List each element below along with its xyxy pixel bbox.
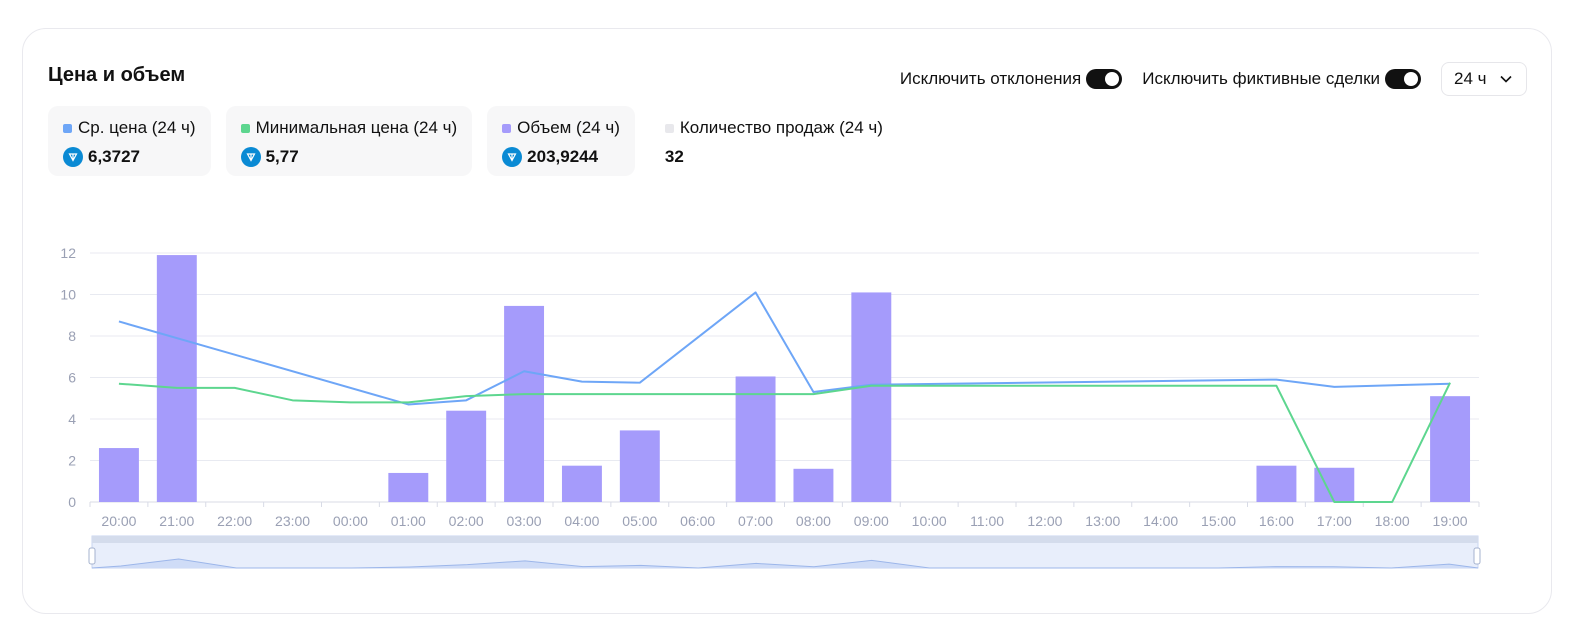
volume-bar [446, 410, 487, 502]
y-tick-label: 0 [68, 494, 76, 510]
volume-bar [504, 305, 545, 502]
volume-bar [1256, 465, 1297, 502]
volume-bar [735, 376, 776, 502]
volume-bar [388, 472, 429, 502]
zoom-handle-left[interactable] [88, 547, 96, 565]
x-tick-label: 18:00 [1375, 513, 1410, 529]
x-tick-label: 03:00 [507, 513, 542, 529]
zoom-handle-right[interactable] [1473, 547, 1481, 565]
x-tick-label: 10:00 [912, 513, 947, 529]
x-tick-label: 17:00 [1317, 513, 1352, 529]
x-tick-label: 06:00 [680, 513, 715, 529]
x-tick-label: 07:00 [738, 513, 773, 529]
x-tick-label: 15:00 [1201, 513, 1236, 529]
min-price-line [118, 382, 1451, 503]
x-tick-label: 16:00 [1259, 513, 1294, 529]
y-tick-label: 6 [68, 370, 76, 386]
x-tick-label: 19:00 [1433, 513, 1468, 529]
volume-bar [619, 430, 660, 502]
volume-bar [793, 468, 834, 502]
price-volume-chart: 0 2 4 6 8 10 12 20:00 21:00 22:00 23:00 00:00 01:00 0… [60, 245, 1481, 569]
x-tick-label: 00:00 [333, 513, 368, 529]
x-tick-label: 13:00 [1085, 513, 1120, 529]
x-tick-label: 11:00 [970, 513, 1004, 529]
volume-bar [156, 255, 197, 502]
x-tick-label: 20:00 [101, 513, 136, 529]
y-tick-label: 10 [60, 287, 76, 303]
x-tick-label: 23:00 [275, 513, 310, 529]
x-tick-label: 04:00 [564, 513, 599, 529]
y-tick-label: 4 [68, 411, 76, 427]
x-tick-label: 22:00 [217, 513, 252, 529]
avg-price-line [118, 291, 1451, 406]
x-tick-label: 09:00 [854, 513, 889, 529]
y-tick-label: 12 [60, 245, 76, 261]
x-tick-label: 21:00 [159, 513, 194, 529]
x-tick-label: 14:00 [1143, 513, 1178, 529]
x-tick-label: 01:00 [391, 513, 426, 529]
x-tick-label: 05:00 [622, 513, 657, 529]
y-tick-label: 2 [68, 453, 76, 469]
x-tick-label: 12:00 [1027, 513, 1062, 529]
x-tick-label: 02:00 [449, 513, 484, 529]
volume-bar [851, 292, 892, 502]
volume-bar [561, 465, 602, 502]
volume-bar [98, 448, 139, 502]
zoom-slider-handle-bar [92, 536, 1478, 543]
x-tick-label: 08:00 [796, 513, 831, 529]
y-tick-label: 8 [68, 328, 76, 344]
